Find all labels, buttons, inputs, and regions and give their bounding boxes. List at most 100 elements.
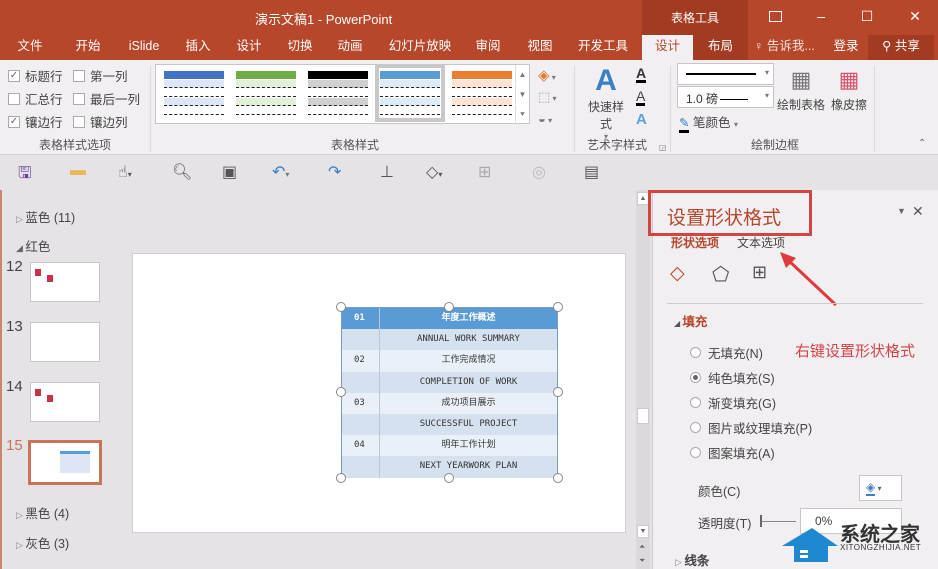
section-black[interactable]: ▷ 黑色 (4): [16, 503, 69, 522]
table-row[interactable]: 04 明年工作计划: [342, 435, 557, 457]
table-cell-number[interactable]: 02: [342, 350, 380, 372]
table-cell-number[interactable]: [342, 329, 380, 351]
resize-handle[interactable]: [336, 387, 346, 397]
ribbon-display-options-button[interactable]: [752, 0, 798, 32]
gallery-expand-button[interactable]: ⯆: [515, 105, 529, 124]
share-button[interactable]: ⚲ 共享: [868, 35, 934, 60]
tab-transitions[interactable]: 切换: [278, 35, 322, 60]
tab-text-options[interactable]: 文本选项: [737, 234, 785, 251]
resize-handle[interactable]: [553, 473, 563, 483]
redo-icon[interactable]: ↷: [328, 162, 341, 182]
checkbox-banded-rows[interactable]: ✓ 镶边行: [8, 112, 63, 131]
slideshow-from-start-icon[interactable]: ▣: [222, 162, 237, 182]
tab-islide[interactable]: iSlide: [120, 35, 168, 60]
previous-slide-button[interactable]: ⏶: [639, 542, 645, 552]
table-cell-text[interactable]: NEXT YEARWORK PLAN: [380, 456, 557, 477]
table-cell-number[interactable]: [342, 414, 380, 436]
table-cell-text[interactable]: SUCCESSFUL PROJECT: [380, 414, 557, 435]
fill-color-picker[interactable]: ◈ ▾: [859, 475, 902, 501]
tab-file[interactable]: 文件: [8, 35, 52, 60]
table-cell-text[interactable]: 成功项目展示: [380, 393, 557, 414]
pane-options-button[interactable]: ▼: [897, 206, 906, 216]
table-style-swatch-light-blue[interactable]: [375, 64, 445, 122]
close-button[interactable]: ✕: [892, 0, 938, 32]
tell-me-search[interactable]: ♀ 告诉我...: [754, 35, 834, 60]
checkbox-banded-columns[interactable]: 镶边列: [73, 112, 128, 131]
resize-handle[interactable]: [444, 302, 454, 312]
open-folder-icon[interactable]: ▬: [70, 162, 86, 180]
size-properties-icon[interactable]: ⊞: [752, 262, 767, 283]
touch-mode-icon[interactable]: ☝▾: [118, 162, 132, 182]
table-row[interactable]: SUCCESSFUL PROJECT: [342, 414, 557, 436]
checkbox-last-column[interactable]: 最后一列: [73, 89, 140, 108]
gallery-scroll-down-button[interactable]: ▼: [515, 85, 529, 104]
table-row[interactable]: 03 成功项目展示: [342, 392, 557, 415]
slide-thumbnail-12[interactable]: [30, 262, 100, 302]
login-button[interactable]: 登录: [830, 35, 862, 60]
tab-shape-options[interactable]: 形状选项: [671, 234, 719, 251]
tab-table-design[interactable]: 设计: [642, 35, 693, 60]
resize-handle[interactable]: [553, 302, 563, 312]
resize-handle[interactable]: [444, 473, 454, 483]
maximize-button[interactable]: ☐: [844, 0, 890, 32]
align-center-icon[interactable]: ⊥: [380, 162, 394, 182]
table-cell-text[interactable]: 工作完成情况: [380, 350, 557, 371]
draw-table-button[interactable]: ▦ 绘制表格: [776, 64, 826, 113]
shapes-icon[interactable]: ◇▾: [426, 162, 442, 182]
section-blue[interactable]: ▷ 蓝色 (11): [16, 207, 75, 226]
checkbox-first-column[interactable]: 第一列: [73, 66, 128, 85]
tab-table-layout[interactable]: 布局: [693, 35, 748, 60]
pen-color-button[interactable]: ✎ 笔颜色 ▾: [679, 112, 738, 133]
fill-section-header[interactable]: ◢ 填充: [674, 311, 707, 330]
dialog-launcher-icon[interactable]: ◲: [659, 143, 667, 152]
borders-button[interactable]: ⬚ ▾: [538, 89, 557, 105]
section-gray[interactable]: ▷ 灰色 (3): [16, 533, 69, 552]
pen-style-dropdown[interactable]: ▾: [677, 63, 774, 85]
tab-slideshow[interactable]: 幻灯片放映: [384, 35, 456, 60]
radio-solid-fill[interactable]: 纯色填充(S): [690, 368, 775, 387]
collapse-ribbon-button[interactable]: ⌃: [918, 138, 926, 149]
tab-review[interactable]: 审阅: [466, 35, 510, 60]
line-section-header[interactable]: ▷ 线条: [675, 550, 709, 569]
radio-pattern-fill[interactable]: 图案填充(A): [690, 443, 775, 462]
table-cell-number[interactable]: 03: [342, 392, 380, 415]
radio-no-fill[interactable]: 无填充(N): [690, 343, 763, 362]
text-fill-button[interactable]: A: [636, 66, 647, 83]
table-cell-number[interactable]: [342, 371, 380, 393]
table-style-swatch-blue[interactable]: [164, 69, 224, 117]
vertical-scrollbar[interactable]: ▲ ▼ ⏶ ⏷: [636, 190, 650, 569]
merge-shapes-icon[interactable]: ◎: [532, 162, 546, 182]
print-preview-icon[interactable]: 🔍︎: [172, 162, 192, 182]
table-row[interactable]: COMPLETION OF WORK: [342, 371, 557, 393]
slide-thumbnail-15[interactable]: [28, 440, 102, 485]
table-style-swatch-green[interactable]: [236, 69, 296, 117]
scroll-down-button[interactable]: ▼: [637, 525, 649, 538]
resize-handle[interactable]: [553, 387, 563, 397]
slide-thumbnail-14[interactable]: [30, 382, 100, 422]
save-icon[interactable]: 🖫: [18, 162, 32, 189]
undo-icon[interactable]: ↶▾: [272, 162, 289, 182]
radio-gradient-fill[interactable]: 渐变填充(G): [690, 393, 776, 412]
shading-button[interactable]: ◈ ▾: [538, 66, 556, 84]
tab-view[interactable]: 视图: [518, 35, 562, 60]
eraser-button[interactable]: ▦ 橡皮擦: [828, 64, 870, 113]
scroll-thumb[interactable]: [637, 408, 649, 424]
tab-home[interactable]: 开始: [66, 35, 110, 60]
table-cell-number[interactable]: 01: [342, 308, 380, 330]
table-style-swatch-orange[interactable]: [452, 69, 512, 117]
fill-and-line-icon[interactable]: ◇: [670, 262, 685, 285]
gallery-scroll-up-button[interactable]: ▲: [515, 65, 529, 84]
tab-animations[interactable]: 动画: [328, 35, 372, 60]
radio-picture-fill[interactable]: 图片或纹理填充(P): [690, 418, 812, 437]
table-cell-number[interactable]: [342, 456, 380, 478]
quick-styles-button[interactable]: A 快速样式 ▾: [583, 64, 629, 141]
slide-table[interactable]: 01 年度工作概述 ANNUAL WORK SUMMARY 02 工作完成情况 COMPL…: [341, 307, 558, 478]
effects-pentagon-icon[interactable]: ⬠: [712, 262, 729, 287]
table-cell-text[interactable]: COMPLETION OF WORK: [380, 372, 557, 393]
minimize-button[interactable]: –: [798, 0, 844, 32]
checkbox-header-row[interactable]: ✓ 标题行: [8, 66, 63, 85]
pane-close-button[interactable]: ✕: [912, 203, 924, 220]
text-outline-button[interactable]: A: [636, 89, 646, 106]
table-row[interactable]: ANNUAL WORK SUMMARY: [342, 329, 557, 351]
pen-weight-dropdown[interactable]: 1.0 磅 ▾: [677, 86, 774, 108]
